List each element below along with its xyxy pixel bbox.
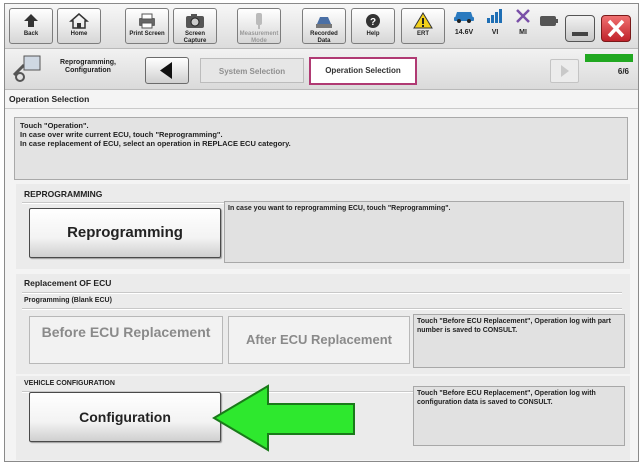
- instruction-line-2: In case over write current ECU, touch "R…: [20, 130, 223, 139]
- measurement-mode-button[interactable]: Measurement Mode: [237, 8, 281, 44]
- warning-icon: [413, 12, 433, 29]
- arrow-right-icon: [561, 65, 569, 77]
- configuration-description: Touch "Before ECU Replacement", Operatio…: [413, 386, 625, 446]
- measurement-mode-label: Measurement Mode: [239, 31, 279, 44]
- breadcrumb-reprogramming-configuration[interactable]: Reprogramming, Configuration: [8, 52, 138, 85]
- home-button[interactable]: Home: [57, 8, 101, 44]
- mi-status: MI: [511, 8, 535, 36]
- replacement-description: Touch "Before ECU Replacement", Operatio…: [413, 314, 625, 368]
- close-button[interactable]: [601, 15, 631, 42]
- battery-status: [538, 14, 560, 32]
- breadcrumb-operation-selection[interactable]: Operation Selection: [309, 57, 417, 85]
- subsection-divider: [22, 308, 622, 310]
- replacement-title: Replacement OF ECU: [24, 278, 112, 288]
- page-number: 6/6: [617, 67, 629, 76]
- breadcrumb-back-button[interactable]: [145, 57, 189, 84]
- ert-button[interactable]: ERT: [401, 8, 445, 44]
- vi-label: VI: [491, 29, 499, 36]
- printer-icon: [139, 13, 155, 29]
- close-icon: [607, 19, 625, 38]
- home-label: Home: [70, 31, 88, 37]
- programming-subtitle: Programming (Blank ECU): [24, 297, 112, 304]
- recorded-data-icon: [316, 17, 332, 28]
- section-divider: [22, 292, 622, 294]
- help-label: Help: [366, 31, 380, 37]
- home-icon: [69, 13, 89, 29]
- svg-text:?: ?: [370, 17, 376, 28]
- minimize-icon: [572, 32, 588, 36]
- annotation-arrow-icon: [212, 384, 355, 452]
- battery-icon: [540, 16, 558, 26]
- reprogramming-icon: [12, 55, 41, 82]
- back-button[interactable]: Back: [9, 8, 53, 44]
- app-window: Back Home Print Screen Screen Capture Me…: [4, 3, 639, 462]
- instruction-box: Touch "Operation". In case over write cu…: [14, 117, 628, 180]
- breadcrumb: Reprogramming, Configuration System Sele…: [5, 49, 638, 90]
- breadcrumb-forward-button[interactable]: [550, 59, 579, 83]
- reprogramming-section: REPROGRAMMING Reprogramming In case you …: [16, 184, 630, 269]
- reprogramming-title: REPROGRAMMING: [24, 189, 103, 199]
- toolbar: Back Home Print Screen Screen Capture Me…: [5, 4, 638, 49]
- measurement-icon: [256, 13, 262, 29]
- page-indicator: 6/6: [585, 54, 633, 84]
- help-icon: ?: [366, 14, 380, 28]
- help-button[interactable]: ? Help: [351, 8, 395, 44]
- disconnected-icon: [516, 9, 530, 23]
- minimize-button[interactable]: [565, 15, 595, 42]
- mi-label: MI: [519, 29, 527, 36]
- back-icon: [24, 14, 38, 27]
- instruction-line-3: In case replacement of ECU, select an op…: [20, 139, 291, 148]
- print-screen-label: Print Screen: [129, 31, 165, 37]
- screen-capture-label: Screen Capture: [183, 31, 207, 44]
- voltage-value: 14.6V: [454, 29, 474, 36]
- page-title: Operation Selection: [5, 90, 638, 109]
- vi-status: VI: [483, 8, 507, 36]
- breadcrumb-reprogramming-label: Reprogramming, Configuration: [59, 59, 116, 74]
- ert-label: ERT: [417, 31, 429, 37]
- camera-icon: [186, 14, 204, 28]
- progress-bar: [585, 54, 633, 62]
- back-label: Back: [23, 31, 39, 37]
- vehicle-configuration-title: VEHICLE CONFIGURATION: [24, 380, 115, 387]
- recorded-data-label: Recorded Data: [310, 31, 338, 44]
- screen-capture-button[interactable]: Screen Capture: [173, 8, 217, 44]
- reprogramming-button[interactable]: Reprogramming: [29, 208, 221, 258]
- battery-voltage-status: 14.6V: [449, 8, 479, 36]
- reprogramming-description: In case you want to reprogramming ECU, t…: [224, 201, 624, 263]
- configuration-button[interactable]: Configuration: [29, 392, 221, 442]
- arrow-left-icon: [160, 62, 172, 79]
- instruction-line-1: Touch "Operation".: [20, 121, 89, 130]
- car-icon: [454, 12, 474, 23]
- print-screen-button[interactable]: Print Screen: [125, 8, 169, 44]
- recorded-data-button[interactable]: Recorded Data: [302, 8, 346, 44]
- breadcrumb-system-selection[interactable]: System Selection: [200, 58, 304, 83]
- signal-icon: [487, 9, 502, 23]
- after-ecu-replacement-button[interactable]: After ECU Replacement: [228, 316, 410, 364]
- before-ecu-replacement-button[interactable]: Before ECU Replacement: [29, 316, 223, 364]
- replacement-section: Replacement OF ECU Programming (Blank EC…: [16, 274, 630, 374]
